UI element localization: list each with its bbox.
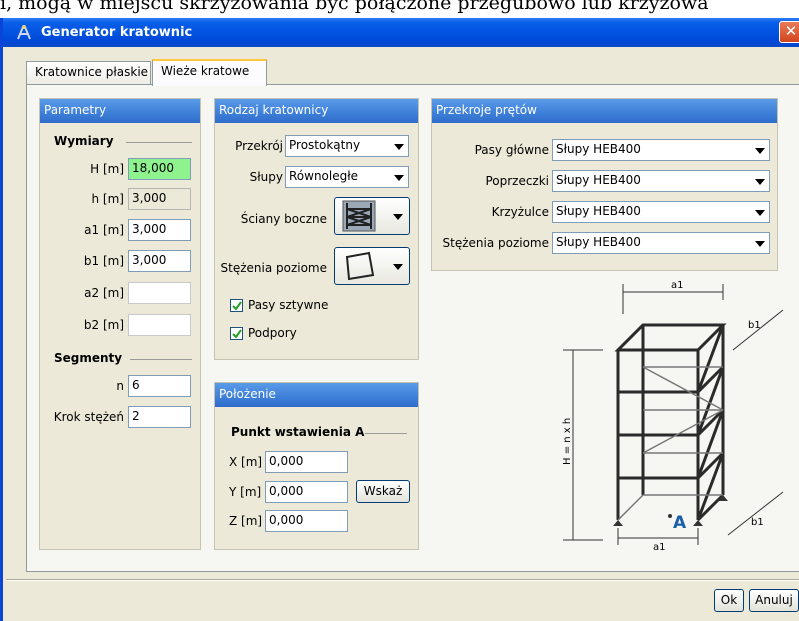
stezenia-poziome-select[interactable]: Słupy HEB400 [552, 232, 770, 254]
tower-diagram: a1 b1 H = n x h A b1 a1 [562, 280, 784, 553]
z-label: Z [m] [229, 514, 263, 528]
chevron-down-icon [394, 175, 404, 181]
krok-stezen-input[interactable]: 2 [128, 406, 191, 428]
n-label: n [116, 379, 124, 393]
slupy-label: Słupy [249, 170, 283, 184]
b1-top-label: b1 [748, 320, 761, 331]
window-title: Generator kratownic [41, 25, 193, 40]
parametry-group: Parametry Wymiary H [m] 18,000 h [m] 3,0… [39, 98, 201, 550]
przekroj-value: Prostokątny [289, 138, 361, 152]
z-input[interactable]: 0,000 [265, 510, 348, 532]
a2-label: a2 [m] [84, 286, 124, 300]
poprzeczki-select[interactable]: Słupy HEB400 [552, 170, 770, 192]
pasy-sztywne-checkbox[interactable] [230, 299, 243, 312]
krzyzulce-select[interactable]: Słupy HEB400 [552, 201, 770, 223]
slupy-value: Równoległe [289, 169, 359, 183]
polozenie-title: Położenie [215, 383, 418, 407]
check-icon [232, 329, 242, 339]
generator-window: Generator kratownic ✕ Kratownice płaskie… [0, 18, 799, 621]
sciany-boczne-label: Ściany boczne [240, 212, 327, 226]
wymiary-section-label: Wymiary [54, 134, 114, 148]
tab-kratownice-plaskie[interactable]: Kratownice płaskie [26, 61, 151, 85]
punkt-divider [365, 433, 407, 434]
y-label: Y [m] [229, 485, 262, 499]
chevron-down-icon [755, 241, 765, 247]
przekroje-pretow-title: Przekroje prętów [432, 99, 777, 123]
point-a-marker [668, 514, 672, 518]
a1-input[interactable]: 3,000 [128, 219, 191, 241]
b1-bottom-label: b1 [751, 517, 764, 528]
lattice-wall-icon [342, 200, 376, 232]
podpory-label[interactable]: Podpory [248, 326, 297, 340]
b2-label: b2 [m] [83, 318, 124, 332]
b1-input[interactable]: 3,000 [128, 250, 191, 272]
pasy-sztywne-label[interactable]: Pasy sztywne [248, 298, 328, 312]
punkt-wstawienia-label: Punkt wstawienia A [231, 425, 365, 439]
pasy-glowne-value: Słupy HEB400 [556, 142, 641, 156]
tower-frame [614, 323, 727, 522]
chevron-down-icon [755, 210, 765, 216]
check-icon [232, 301, 242, 311]
chevron-down-icon [394, 144, 404, 150]
support-icons [613, 495, 728, 526]
a1-bottom-label: a1 [653, 542, 666, 553]
anuluj-button[interactable]: Anuluj [749, 589, 799, 612]
b1-label: b1 [m] [83, 254, 124, 268]
a2-input[interactable] [128, 282, 191, 304]
stezenia-poziome-button[interactable] [334, 247, 410, 285]
chevron-down-icon [393, 214, 403, 220]
x-input[interactable]: 0,000 [265, 451, 348, 473]
wymiary-divider [126, 142, 192, 143]
przekroj-label: Przekrój [235, 139, 283, 153]
H-input[interactable]: 18,000 [128, 158, 191, 180]
close-button[interactable]: ✕ [779, 21, 799, 43]
pasy-glowne-select[interactable]: Słupy HEB400 [552, 139, 770, 161]
stezenia-poziome-label: Stężenia poziome [220, 261, 328, 275]
rodzaj-kratownicy-title: Rodzaj kratownicy [215, 99, 418, 123]
krzyzulce-value: Słupy HEB400 [556, 204, 641, 218]
chevron-down-icon [755, 179, 765, 185]
polozenie-group: Położenie Punkt wstawienia A X [m] 0,000… [214, 382, 419, 550]
ok-button[interactable]: Ok [714, 589, 744, 612]
a1-label: a1 [m] [84, 223, 124, 237]
parametry-title: Parametry [40, 99, 200, 123]
height-label: H = n x h [562, 418, 573, 465]
poprzeczki-label: Poprzeczki [485, 174, 549, 188]
n-input[interactable]: 6 [128, 375, 191, 397]
slupy-select[interactable]: Równoległe [285, 166, 409, 188]
rodzaj-kratownicy-group: Rodzaj kratownicy Przekrój Prostokątny S… [214, 98, 419, 360]
stezenia-poziome-value: Słupy HEB400 [556, 235, 641, 249]
app-icon [17, 25, 31, 40]
segmenty-section-label: Segmenty [54, 351, 123, 365]
y-input[interactable]: 0,000 [265, 481, 348, 503]
title-bar[interactable]: Generator kratownic ✕ [3, 18, 799, 47]
h-input[interactable]: 3,000 [128, 188, 191, 210]
poprzeczki-value: Słupy HEB400 [556, 173, 641, 187]
przekroj-select[interactable]: Prostokątny [285, 135, 409, 157]
chevron-down-icon [755, 148, 765, 154]
horizontal-bracing-icon [345, 251, 375, 281]
sciany-boczne-button[interactable] [334, 197, 410, 235]
point-a-label: A [673, 513, 687, 533]
segmenty-divider [130, 359, 192, 360]
chevron-down-icon [393, 264, 403, 270]
wskaz-button[interactable]: Wskaż [356, 480, 410, 503]
h-label: h [m] [91, 192, 124, 206]
podpory-checkbox[interactable] [230, 327, 243, 340]
krzyzulce-label: Krzyżulce [491, 205, 549, 219]
stezenia-poziome-przekroj-label: Stężenia poziome [442, 236, 550, 250]
a1-top-label: a1 [671, 280, 684, 291]
b2-input[interactable] [128, 314, 191, 336]
x-label: X [m] [229, 455, 263, 469]
przekroje-pretow-group: Przekroje prętów Pasy główne Słupy HEB40… [431, 98, 778, 271]
tab-wieze-kratowe[interactable]: Wieże kratowe [152, 59, 267, 86]
pasy-glowne-label: Pasy główne [474, 143, 549, 157]
background-document-text: i, mogą w miejscu skrzyżowania być połąc… [0, 0, 709, 14]
footer-separator [6, 579, 799, 581]
H-label: H [m] [90, 162, 124, 176]
krok-stezen-label: Krok stężeń [53, 410, 124, 424]
